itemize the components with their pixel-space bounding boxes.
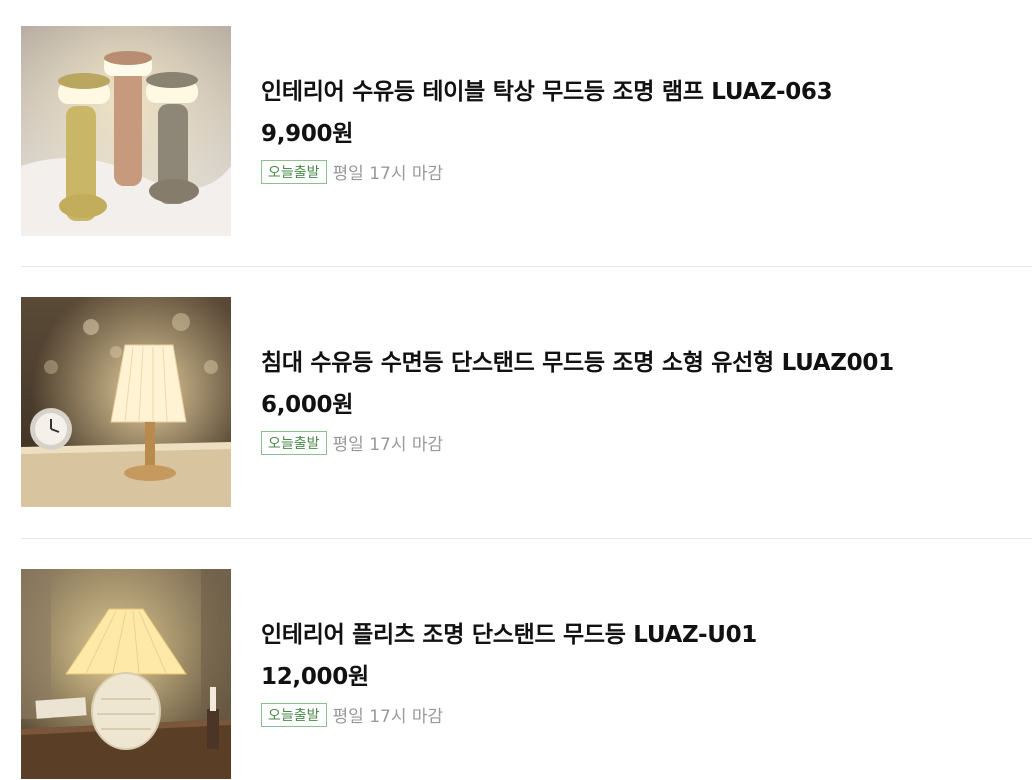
same-day-ship-badge: 오늘출발 xyxy=(261,430,327,455)
pleated-knit-lamp-image xyxy=(21,569,231,779)
pleated-lamp-clock-image xyxy=(21,297,231,507)
product-thumbnail[interactable] xyxy=(21,297,231,507)
product-price: 9,900원 xyxy=(261,121,354,147)
product-info: 인테리어 플리츠 조명 단스탠드 무드등 LUAZ-U01 12,000원 오늘… xyxy=(261,569,1021,779)
product-thumbnail[interactable] xyxy=(21,26,231,236)
product-item[interactable]: 인테리어 수유등 테이블 탁상 무드등 조명 램프 LUAZ-063 9,900… xyxy=(0,26,1032,236)
shipping-info: 오늘출발 평일 17시 마감 xyxy=(261,430,443,456)
product-title[interactable]: 인테리어 플리츠 조명 단스탠드 무드등 LUAZ-U01 xyxy=(261,615,757,649)
same-day-ship-badge: 오늘출발 xyxy=(261,702,327,727)
shipping-cutoff-text: 평일 17시 마감 xyxy=(332,707,444,727)
product-title[interactable]: 인테리어 수유등 테이블 탁상 무드등 조명 램프 LUAZ-063 xyxy=(261,72,833,106)
product-price: 12,000원 xyxy=(261,664,369,690)
product-item[interactable]: 인테리어 플리츠 조명 단스탠드 무드등 LUAZ-U01 12,000원 오늘… xyxy=(0,569,1032,779)
product-list: 인테리어 수유등 테이블 탁상 무드등 조명 램프 LUAZ-063 9,900… xyxy=(0,0,1032,780)
product-info: 인테리어 수유등 테이블 탁상 무드등 조명 램프 LUAZ-063 9,900… xyxy=(261,26,1021,236)
divider xyxy=(21,538,1032,539)
product-price: 6,000원 xyxy=(261,392,354,418)
shipping-info: 오늘출발 평일 17시 마감 xyxy=(261,702,443,728)
divider xyxy=(21,266,1032,267)
same-day-ship-badge: 오늘출발 xyxy=(261,159,327,184)
shipping-cutoff-text: 평일 17시 마감 xyxy=(332,164,444,184)
product-info: 침대 수유등 수면등 단스탠드 무드등 조명 소형 유선형 LUAZ001 6,… xyxy=(261,297,1021,507)
lamp-trio-image xyxy=(21,26,231,236)
product-title[interactable]: 침대 수유등 수면등 단스탠드 무드등 조명 소형 유선형 LUAZ001 xyxy=(261,343,894,377)
product-item[interactable]: 침대 수유등 수면등 단스탠드 무드등 조명 소형 유선형 LUAZ001 6,… xyxy=(0,297,1032,507)
product-thumbnail[interactable] xyxy=(21,569,231,779)
shipping-info: 오늘출발 평일 17시 마감 xyxy=(261,159,443,185)
shipping-cutoff-text: 평일 17시 마감 xyxy=(332,435,444,455)
